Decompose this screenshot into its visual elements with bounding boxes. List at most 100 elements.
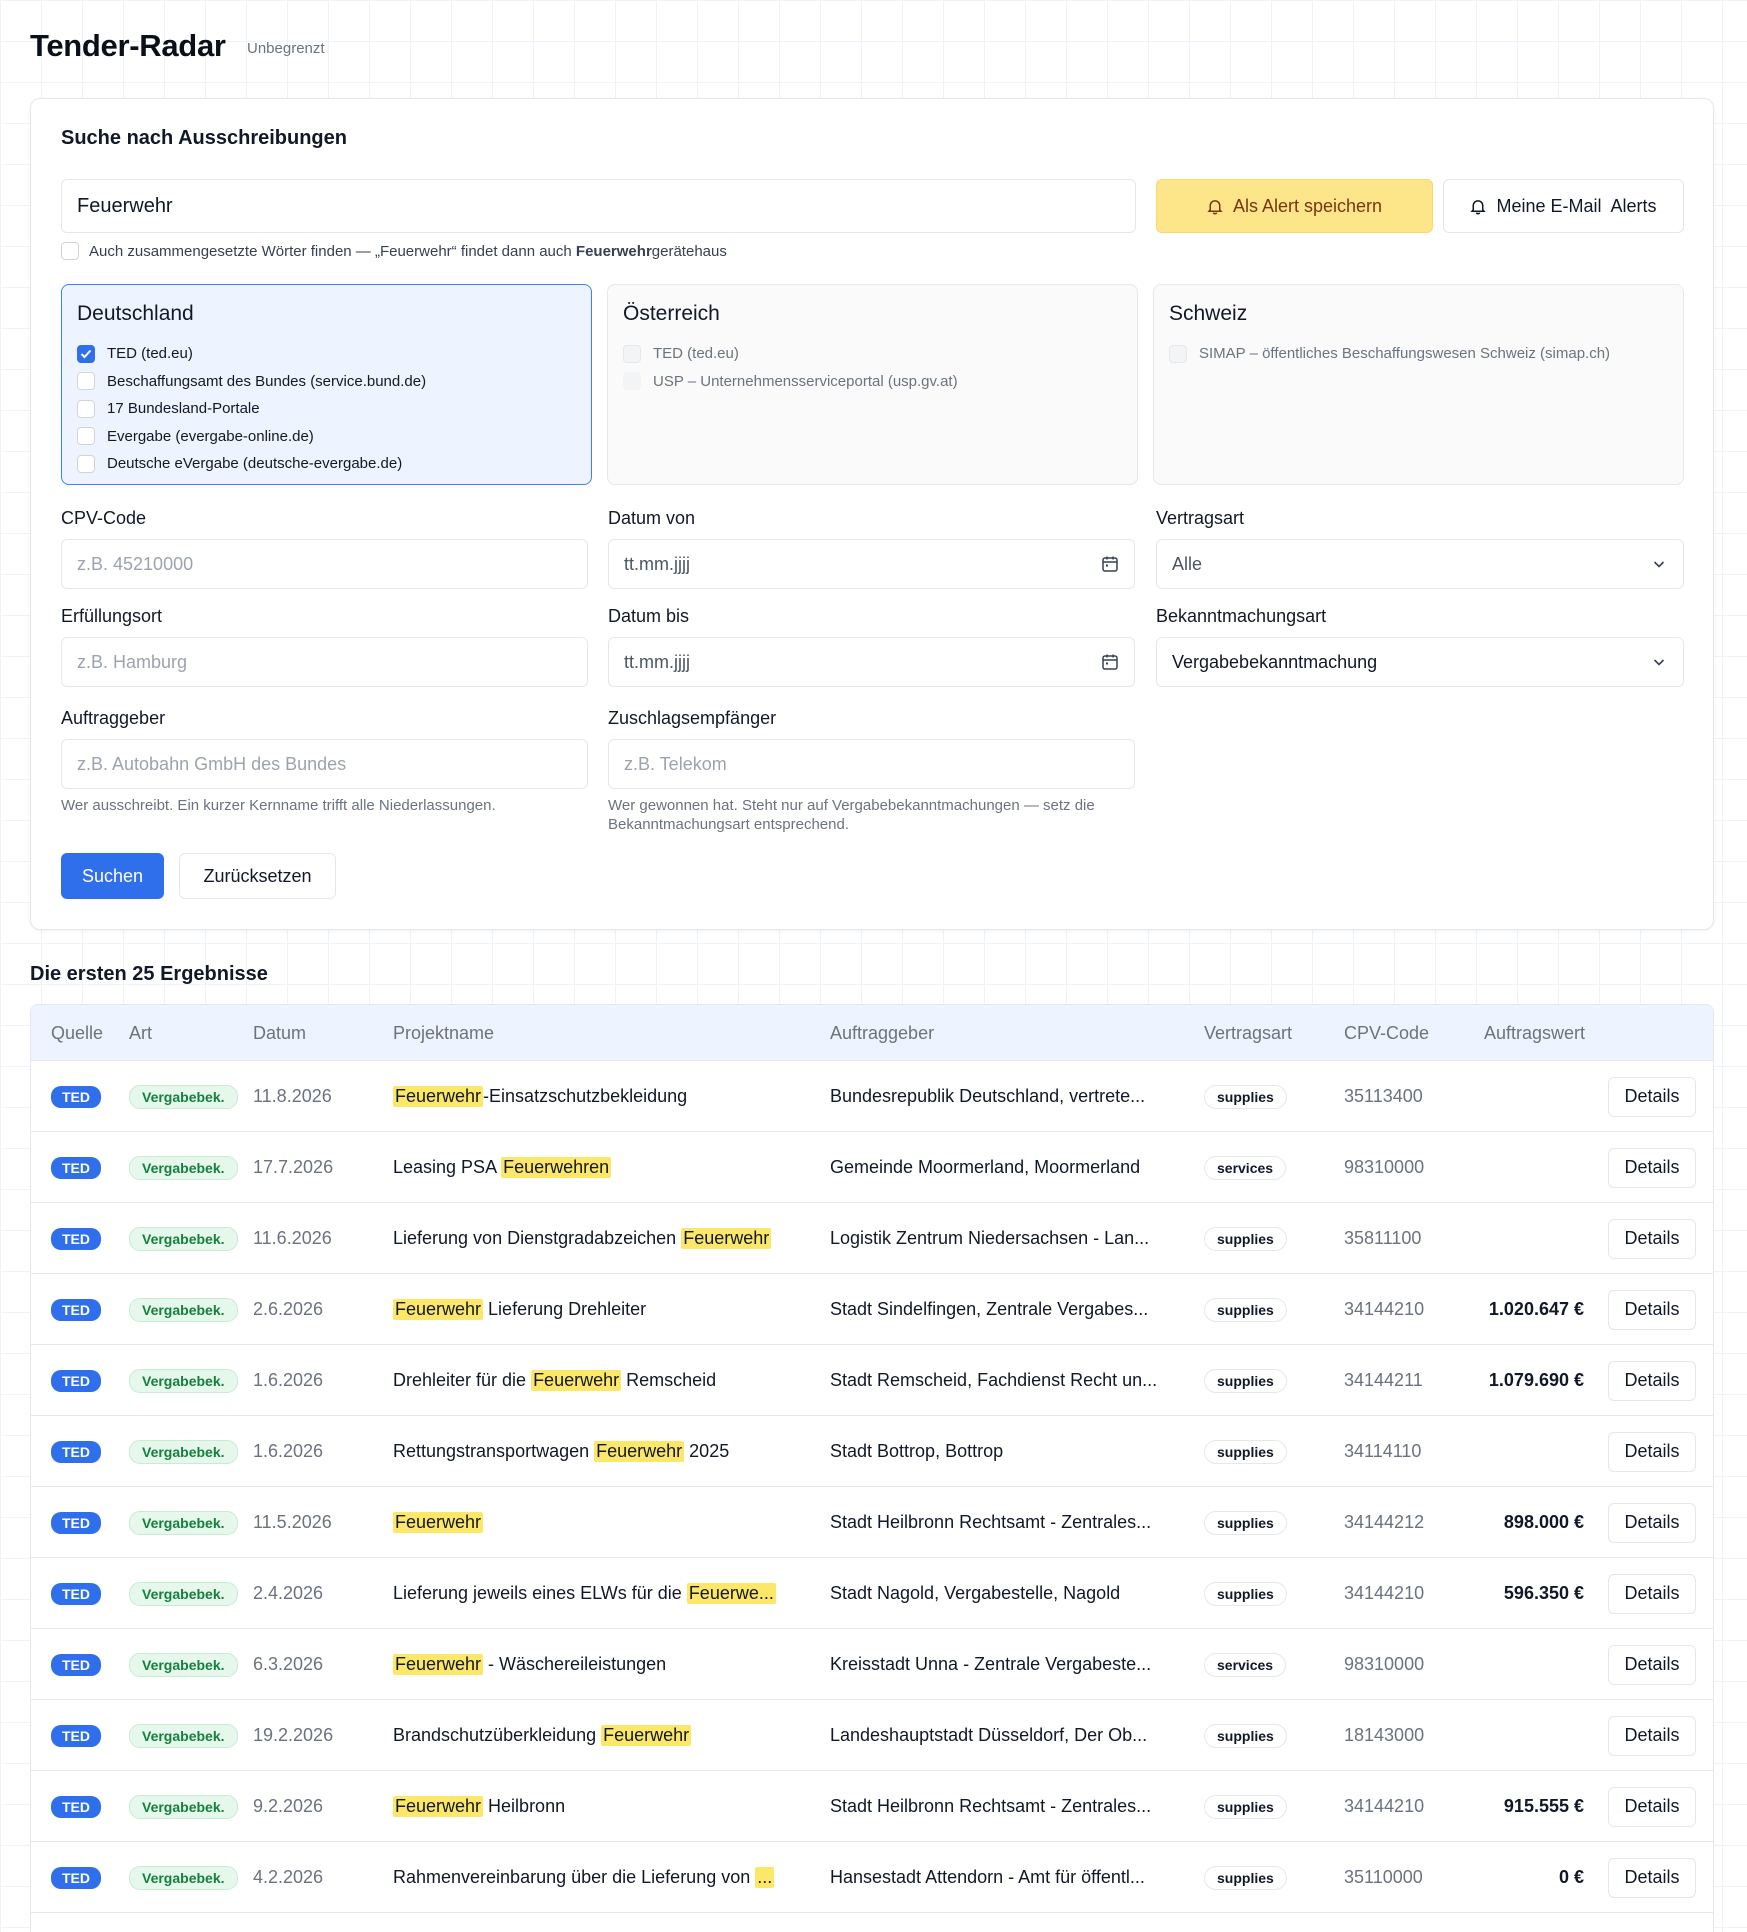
source-cell: TED (51, 1345, 101, 1416)
details-cell: Details (1608, 1345, 1696, 1416)
date-to-input[interactable]: tt.mm.jjjj (608, 637, 1135, 687)
table-row: TED Vergabebek. 4.2.2026 Rahmenvereinbarung… (31, 1842, 1713, 1913)
buyer-cell: Kreisstadt Unna - Zentrale Vergabeste... (830, 1654, 1152, 1674)
source-option-simap[interactable]: SIMAP – öffentliches Beschaffungswesen S… (1169, 340, 1668, 368)
type-cell: Vergabebek. (129, 1274, 238, 1345)
place-input[interactable]: z.B. Hamburg (61, 637, 588, 687)
contract-value-cell (1464, 1132, 1584, 1203)
project-name-cell[interactable]: Feuerwehr Heilbronn (393, 1771, 789, 1842)
details-button[interactable]: Details (1608, 1502, 1696, 1543)
details-button[interactable]: Details (1608, 1076, 1696, 1117)
notice-type-select[interactable]: Vergabebekanntmachung (1156, 637, 1684, 687)
project-name-cell[interactable]: Feuerwehr (393, 1487, 789, 1558)
column-header-projektname[interactable]: Projektname (393, 1023, 494, 1044)
project-name-cell[interactable]: Lieferung jeweils eines ELWs für die Feu… (393, 1558, 789, 1629)
search-input[interactable] (61, 179, 1136, 233)
details-button[interactable]: Details (1608, 1715, 1696, 1756)
notice-type-badge: Vergabebek. (129, 1084, 238, 1109)
source-checkbox[interactable] (623, 344, 641, 363)
project-name-cell[interactable]: Rahmenvereinbarung über die Lieferung vo… (393, 1842, 789, 1913)
details-button[interactable]: Details (1608, 1218, 1696, 1259)
contract-value-cell: 596.350 € (1503, 1583, 1584, 1603)
details-cell: Details (1608, 1842, 1696, 1913)
source-option-ted-at[interactable]: TED (ted.eu) (623, 340, 1122, 368)
reset-button[interactable]: Zurücksetzen (179, 853, 336, 899)
cpv-code-cell: 18143000 (1344, 1725, 1425, 1745)
project-name-text: -Einsatzschutzbekleidung (483, 1086, 688, 1106)
type-cell: Vergabebek. (129, 1771, 238, 1842)
buyer-input[interactable]: z.B. Autobahn GmbH des Bundes (61, 739, 588, 789)
source-option-ted[interactable]: TED (ted.eu) (77, 340, 576, 368)
contract-type-select[interactable]: Alle (1156, 539, 1684, 589)
source-checkbox[interactable] (623, 372, 641, 391)
details-button[interactable]: Details (1608, 1857, 1696, 1898)
column-header-quelle[interactable]: Quelle (51, 1023, 103, 1044)
search-highlight: Feuerwehr (531, 1370, 622, 1391)
save-alert-label: Als Alert speichern (1232, 195, 1383, 216)
source-checkbox[interactable] (77, 399, 95, 418)
calendar-icon[interactable] (1101, 653, 1119, 671)
source-option-deutsche-evergabe[interactable]: Deutsche eVergabe (deutsche-evergabe.de) (77, 450, 576, 478)
date-cell: 6.3.2026 (253, 1654, 324, 1674)
winner-input[interactable]: z.B. Telekom (608, 739, 1135, 789)
column-header-art[interactable]: Art (129, 1023, 152, 1044)
source-checkbox[interactable] (77, 372, 95, 391)
source-checkbox[interactable] (77, 454, 95, 473)
date-from-input[interactable]: tt.mm.jjjj (608, 539, 1135, 589)
project-name-cell[interactable]: Drehleiter für die Feuerwehr Remscheid (393, 1345, 789, 1416)
search-highlight: ... (755, 1867, 775, 1888)
notice-type-label: Bekanntmachungsart (1156, 606, 1327, 626)
details-cell: Details (1608, 1558, 1696, 1629)
buyer-cell: Stadt Remscheid, Fachdienst Recht un... (830, 1370, 1158, 1390)
details-button[interactable]: Details (1608, 1147, 1696, 1188)
column-header-cpv-code[interactable]: CPV-Code (1344, 1023, 1429, 1044)
source-option-bundeslaender[interactable]: 17 Bundesland-Portale (77, 395, 576, 423)
column-header-auftraggeber[interactable]: Auftraggeber (830, 1023, 934, 1044)
cpv-code-cell: 98310000 (1344, 1654, 1425, 1674)
project-name-cell[interactable]: Feuerwehr Lieferung Drehleiter (393, 1274, 789, 1345)
details-button[interactable]: Details (1608, 1289, 1696, 1330)
search-highlight: Feuerwehr (601, 1725, 692, 1746)
email-alerts-button[interactable]: Meine E-Mail Alerts (1443, 179, 1684, 233)
source-checkbox[interactable] (77, 344, 95, 363)
project-name-text: Drehleiter für die (393, 1370, 532, 1390)
details-button[interactable]: Details (1608, 1644, 1696, 1685)
winner-placeholder: z.B. Telekom (624, 753, 727, 774)
save-alert-button[interactable]: Als Alert speichern (1156, 179, 1433, 233)
project-name-cell[interactable]: Feuerwehr -Einsatzschutzbekleidung (393, 1061, 789, 1132)
source-option-usp[interactable]: USP – Unternehmensserviceportal (usp.gv.… (623, 368, 1122, 396)
compound-words-checkbox[interactable] (61, 242, 79, 260)
project-name-cell[interactable]: Rettungstransportwagen Feuerwehr 2025 (393, 1416, 789, 1487)
search-highlight: Feuerwehr (594, 1441, 685, 1462)
compound-words-option[interactable]: Auch zusammengesetzte Wörter finden — „F… (61, 242, 727, 260)
buyer-placeholder: z.B. Autobahn GmbH des Bundes (77, 753, 347, 774)
search-button[interactable]: Suchen (61, 853, 164, 899)
type-cell: Vergabebek. (129, 1061, 238, 1132)
project-name-cell[interactable]: Feuerwehr - Wäschereileistungen (393, 1629, 789, 1700)
source-checkbox[interactable] (77, 427, 95, 446)
details-button[interactable]: Details (1608, 1573, 1696, 1614)
details-button[interactable]: Details (1608, 1360, 1696, 1401)
date-cell: 11.8.2026 (253, 1086, 332, 1106)
project-name-cell[interactable]: Leasing PSA Feuerwehren (393, 1132, 789, 1203)
project-name-cell[interactable]: Brandschutzüberkleidung Feuerwehr (393, 1700, 789, 1771)
details-button[interactable]: Details (1608, 1786, 1696, 1827)
column-header-vertragsart[interactable]: Vertragsart (1204, 1023, 1292, 1044)
date-from-placeholder: tt.mm.jjjj (624, 553, 690, 574)
contract-value-cell (1464, 1416, 1584, 1487)
calendar-icon[interactable] (1101, 555, 1119, 573)
cpv-input[interactable]: z.B. 45210000 (61, 539, 588, 589)
contract-type-cell: services (1204, 1132, 1287, 1203)
source-checkbox[interactable] (1169, 344, 1187, 363)
source-option-bund[interactable]: Beschaffungsamt des Bundes (service.bund… (77, 368, 576, 396)
project-name-cell[interactable]: Lieferung von Dienstgradabzeichen Feuerw… (393, 1203, 789, 1274)
source-badge: TED (51, 1156, 101, 1179)
project-name-text: Leasing PSA (393, 1157, 502, 1177)
column-header-datum[interactable]: Datum (253, 1023, 306, 1044)
notice-type-badge: Vergabebek. (129, 1226, 238, 1251)
details-button[interactable]: Details (1608, 1431, 1696, 1472)
column-header-auftragswert[interactable]: Auftragswert (1484, 1023, 1585, 1044)
buyer-cell: Stadt Sindelfingen, Zentrale Vergabes... (830, 1299, 1149, 1319)
source-option-evergabe[interactable]: Evergabe (evergabe-online.de) (77, 423, 576, 451)
cpv-code-cell: 34144210 (1344, 1796, 1425, 1816)
